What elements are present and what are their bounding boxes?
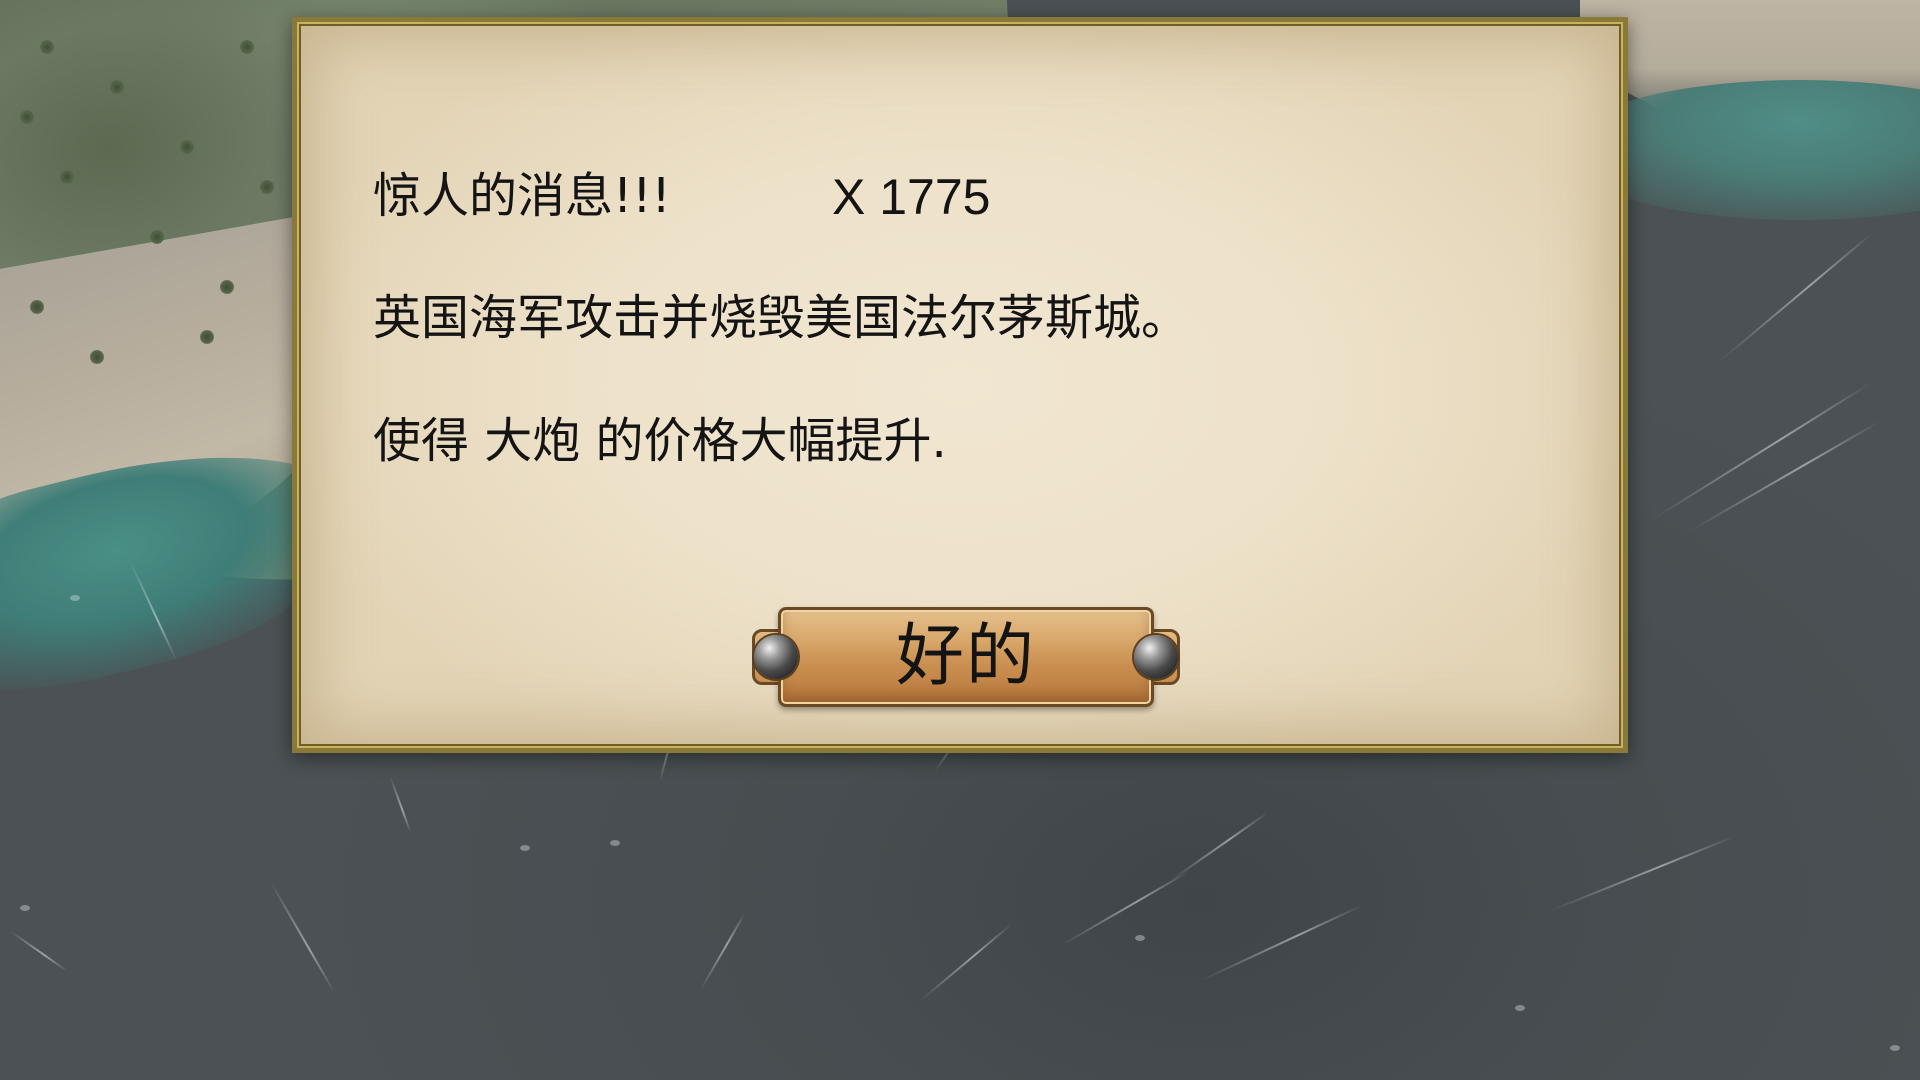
palm-tree (90, 350, 104, 364)
palm-tree (220, 280, 234, 294)
palm-tree (30, 300, 44, 314)
palm-tree (40, 40, 54, 54)
sea-foam (610, 840, 620, 846)
palm-tree (60, 170, 74, 184)
sea-foam (1515, 1005, 1525, 1011)
palm-tree (240, 40, 254, 54)
sea-foam (70, 595, 80, 601)
rain-streak (1719, 231, 1874, 362)
palm-tree (20, 110, 34, 124)
palm-tree (150, 230, 164, 244)
rain-streak (1649, 382, 1872, 522)
rain-streak (389, 775, 412, 833)
rain-streak (1169, 811, 1269, 882)
ok-button-label: 好的 (895, 617, 1036, 696)
rain-streak (1549, 835, 1736, 912)
palm-tree (110, 80, 124, 94)
news-effect-text: 使得 大炮 的价格大幅提升. (373, 413, 947, 469)
news-headline: 惊人的消息!!! (373, 168, 671, 224)
sea-foam (20, 905, 30, 911)
rain-streak (919, 923, 1013, 1002)
sea-foam (1890, 1045, 1900, 1051)
ok-button[interactable]: 好的 (752, 607, 1180, 707)
rain-streak (269, 880, 336, 995)
sea-foam (1135, 935, 1145, 941)
news-event-text: 英国海军攻击并烧毁美国法尔茅斯城。 (373, 290, 1190, 346)
palm-tree (260, 180, 274, 194)
rain-streak (1199, 904, 1364, 982)
rain-streak (9, 930, 68, 972)
palm-tree (180, 140, 194, 154)
rain-streak (699, 912, 746, 992)
news-event-dialog: 惊人的消息!!! X 1775 英国海军攻击并烧毁美国法尔茅斯城。 使得 大炮 … (292, 17, 1628, 753)
palm-tree (200, 330, 214, 344)
sea-foam (520, 845, 530, 851)
news-year: X 1775 (832, 169, 991, 225)
